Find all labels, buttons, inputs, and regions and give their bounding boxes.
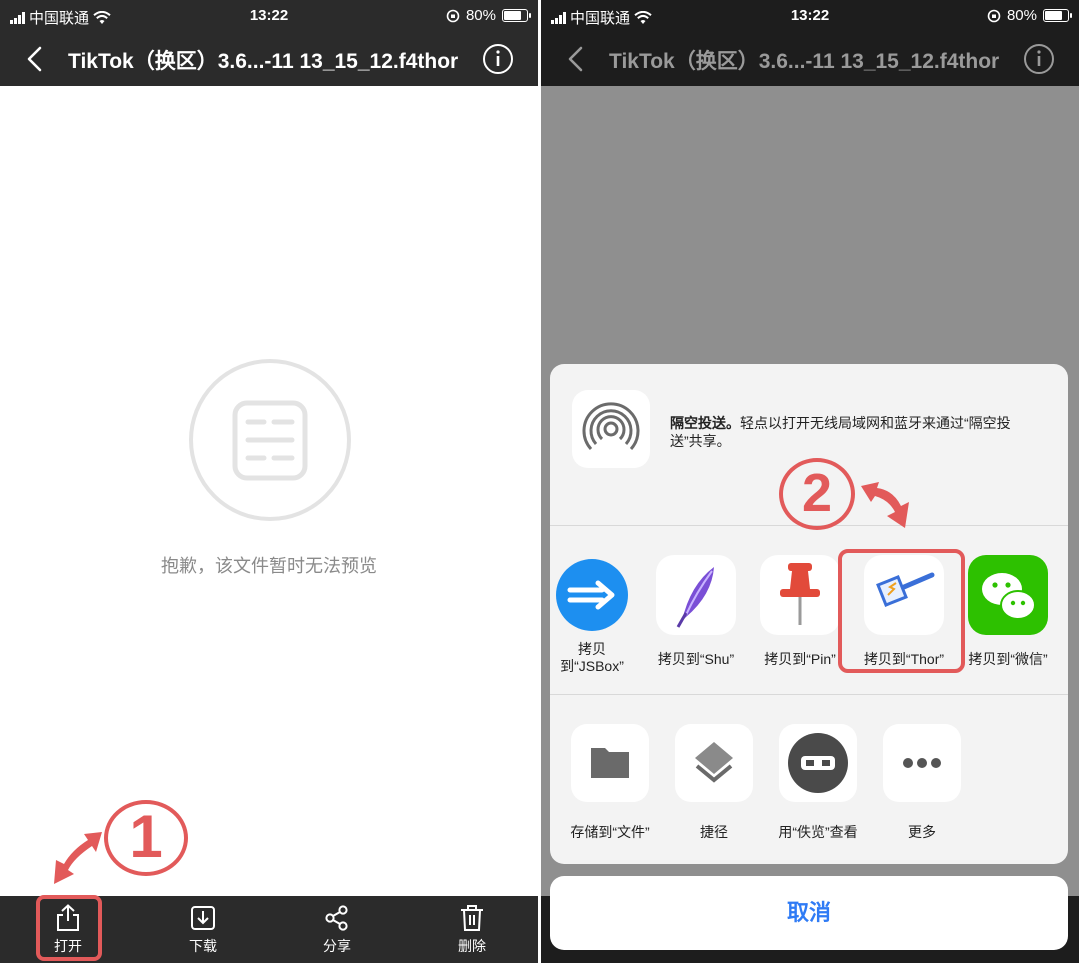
copy-to-pin[interactable]: 拷贝到“Pin” [750,555,850,668]
status-bar: 中国联通 13:22 80% [0,0,538,32]
share-nodes-icon [325,905,348,931]
viewer-icon-tile [779,724,857,802]
info-icon [1024,44,1054,74]
navigation-bar-dimmed: TikTok（换区）3.6...-11 13_15_12.f4thor [541,32,1079,86]
shortcuts-action[interactable]: 捷径 [664,724,764,842]
step-2-number: 2 [801,463,833,523]
jsbox-icon [556,559,628,631]
share-button[interactable]: 分享 [302,904,372,956]
open-button-highlight [36,895,102,961]
save-to-files-label: 存储到“文件” [570,824,650,840]
jsbox-icon-tile [552,555,632,635]
navigation-bar: TikTok（换区）3.6...-11 13_15_12.f4thor [0,32,538,86]
annotation-arrow-2-icon [861,482,909,528]
share-sheet: 隔空投送。轻点以打开无线局域网和蓝牙来通过“隔空投送”共享。 拷贝 到“JSBox… [550,364,1068,864]
viewer-label: 用“佚览”查看 [778,824,858,840]
airdrop-description: 隔空投送。轻点以打开无线局域网和蓝牙来通过“隔空投送”共享。 [670,414,1040,450]
orientation-lock-icon [446,9,460,22]
more-label: 更多 [908,824,936,840]
delete-button[interactable]: 删除 [437,904,507,956]
left-phone-screen: 中国联通 13:22 80% TikTok（换区）3.6...-11 13_15… [0,0,538,963]
battery-percent: 80% [465,7,496,24]
viewer-icon [788,733,848,793]
download-icon [191,906,215,930]
status-right: 80% [987,7,1072,24]
share-label: 分享 [323,938,351,954]
jsbox-label-line2: 到“JSBox” [560,658,624,674]
jsbox-label: 拷贝 到“JSBox” [550,641,642,675]
share-apps-row: 拷贝到“JSBox” 拷贝到“Shu” 拷贝到“Pin” 拷贝到“Thor” [550,527,1068,695]
preview-area: 抱歉，该文件暂时无法预览 [0,86,538,896]
delete-label: 删除 [458,938,486,954]
document-placeholder-icon [189,359,351,521]
open-in-viewer[interactable]: 用“佚览”查看 [768,724,868,842]
thor-highlight [838,549,965,673]
info-icon[interactable] [482,43,514,75]
download-label: 下载 [189,938,217,954]
shortcuts-icon-tile [675,724,753,802]
file-title: TikTok（换区）3.6...-11 13_15_12.f4thor [609,50,1000,73]
shortcuts-icon [695,742,733,783]
orientation-lock-icon [987,9,1001,22]
airdrop-title: 隔空投送。 [670,415,740,431]
right-phone-screen: 中国联通 13:22 80% TikTok（换区）3.6...-11 13_15… [541,0,1079,963]
folder-icon [591,748,629,778]
shu-feather-icon [676,567,714,628]
status-bar-dimmed: 中国联通 13:22 80% [541,0,1079,32]
shu-icon-tile [656,555,736,635]
copy-to-wechat[interactable]: 拷贝到“微信” [958,555,1058,668]
annotation-arrow-1-icon [54,832,102,884]
jsbox-label-line1: 拷贝 [578,641,606,657]
copy-to-jsbox[interactable]: 拷贝 到“JSBox” [550,555,642,675]
pin-icon-tile [760,555,840,635]
wechat-icon-tile [968,555,1048,635]
trash-icon [461,905,483,931]
battery-icon [1043,9,1072,22]
download-button[interactable]: 下载 [168,904,238,956]
status-right: 80% [446,7,531,24]
more-icon [903,758,941,768]
airdrop-icon [582,402,640,451]
more-icon-tile [883,724,961,802]
preview-unavailable-message: 抱歉，该文件暂时无法预览 [161,556,377,576]
step-1-number: 1 [129,803,163,870]
battery-percent: 80% [1006,7,1037,24]
back-chevron-icon [568,46,583,72]
folder-icon-tile [571,724,649,802]
battery-icon [502,9,531,22]
copy-to-shu[interactable]: 拷贝到“Shu” [646,555,746,668]
pin-icon [780,563,820,625]
back-chevron-icon[interactable] [20,42,50,76]
step-2-annotation: 2 [779,458,855,530]
airdrop-icon-tile [572,390,650,468]
pin-label: 拷贝到“Pin” [764,651,836,667]
share-actions-row: 存储到“文件” 捷径 用“佚览”查看 更多 [550,696,1068,864]
shortcuts-label: 捷径 [700,824,728,840]
save-to-files[interactable]: 存储到“文件” [560,724,660,842]
cancel-button[interactable]: 取消 [550,876,1068,950]
step-1-annotation: 1 [104,800,188,876]
wechat-icon [982,573,1036,620]
more-action[interactable]: 更多 [872,724,972,842]
shu-label: 拷贝到“Shu” [657,651,735,667]
wechat-label: 拷贝到“微信” [968,651,1048,667]
file-title: TikTok（换区）3.6...-11 13_15_12.f4thor [68,50,459,73]
